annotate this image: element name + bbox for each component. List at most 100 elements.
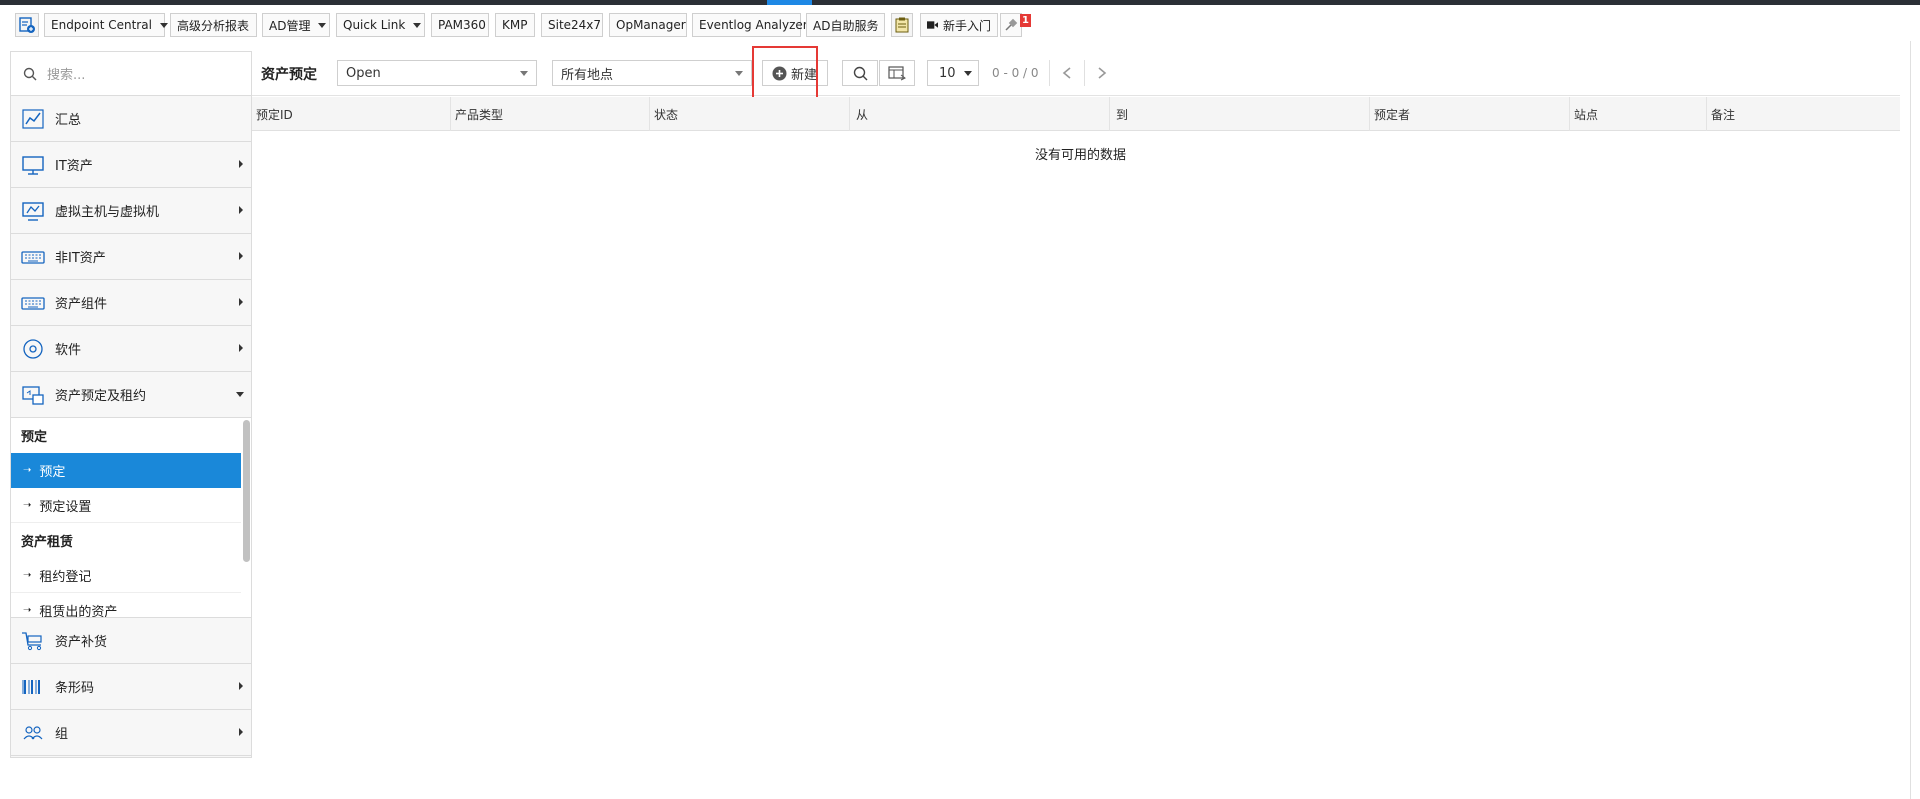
column-chooser-icon (888, 65, 906, 80)
add-device-icon[interactable] (15, 13, 39, 37)
clipboard-icon[interactable] (891, 13, 913, 37)
chevron-right-icon (239, 252, 243, 260)
disc-icon (23, 338, 43, 359)
ad-selfservice-button[interactable]: AD自助服务 (806, 13, 885, 37)
sidebar-item-asset-components[interactable]: 资产组件 (11, 280, 251, 326)
column-header[interactable]: 预定ID (252, 97, 451, 131)
chevron-right-icon (239, 206, 243, 214)
component-icon (21, 296, 45, 310)
empty-table-message: 没有可用的数据 (1035, 148, 1127, 163)
kmp-button[interactable]: KMP (495, 13, 535, 37)
submenu-item-reservation-settings[interactable]: ➝ 预定设置 (11, 488, 241, 523)
chevron-down-icon (413, 22, 422, 28)
sidebar-item-reservation-lease[interactable]: 资产预定及租约 (11, 372, 251, 418)
column-header[interactable]: 预定者 (1370, 97, 1570, 131)
video-camera-icon (927, 21, 938, 29)
ad-selfservice-label: AD自助服务 (813, 18, 879, 33)
page-title: 资产预定 (261, 67, 317, 83)
sidebar-item-non-it-assets[interactable]: 非IT资产 (11, 234, 251, 280)
status-select-value: Open (346, 65, 381, 81)
column-header[interactable]: 备注 (1707, 97, 1900, 131)
quick-link-dropdown[interactable]: Quick Link (336, 13, 425, 37)
table-header: 预定ID 产品类型 状态 从 到 预定者 站点 备注 (252, 97, 1900, 131)
submenu-item-label: 预定设置 (39, 499, 92, 515)
cart-icon (22, 631, 42, 650)
submenu-scrollbar[interactable] (243, 420, 250, 562)
page-size-select[interactable]: 10 (927, 60, 979, 86)
arrow-right-icon: ➝ (23, 605, 32, 616)
endpoint-central-dropdown[interactable]: Endpoint Central (44, 13, 168, 37)
submenu-item-lease-register[interactable]: ➝ 租约登记 (11, 558, 241, 593)
chevron-down-icon (159, 22, 168, 28)
sidebar-item-label: 资产补货 (55, 635, 108, 650)
column-header[interactable]: 状态 (650, 97, 850, 131)
site24x7-button[interactable]: Site24x7 (541, 13, 603, 37)
column-header[interactable]: 从 (850, 97, 1110, 131)
opmanager-button[interactable]: OpManager (609, 13, 687, 37)
sidebar-item-label: 条形码 (55, 681, 95, 696)
chevron-left-icon (1062, 67, 1071, 79)
search-icon (853, 66, 867, 80)
kmp-label: KMP (502, 18, 528, 32)
eventlog-analyzer-label: Eventlog Analyzer (699, 18, 808, 32)
sidebar-item-label: IT资产 (55, 159, 93, 174)
column-header[interactable]: 到 (1110, 97, 1370, 131)
virtual-machine-icon (22, 201, 44, 221)
getting-started-button[interactable]: 新手入门 (920, 13, 998, 37)
chart-line-icon (22, 108, 44, 129)
chevron-right-icon (239, 298, 243, 306)
sidebar-item-it-assets[interactable]: IT资产 (11, 142, 251, 188)
eventlog-analyzer-button[interactable]: Eventlog Analyzer (692, 13, 808, 37)
page-size-value: 10 (939, 65, 956, 81)
column-header[interactable]: 产品类型 (451, 97, 650, 131)
sidebar-item-virtual-hosts[interactable]: 虚拟主机与虚拟机 (11, 188, 251, 234)
advanced-reports-label: 高级分析报表 (177, 18, 250, 33)
search-icon (23, 67, 37, 80)
submenu-header-lease: 资产租赁 (21, 535, 74, 550)
sidebar-item-groups[interactable]: 组 (11, 710, 251, 756)
sidebar-item-label: 汇总 (55, 113, 82, 128)
sidebar-search[interactable]: 搜索... (11, 52, 251, 96)
endpoint-central-label: Endpoint Central (51, 18, 152, 32)
search-button[interactable] (842, 60, 878, 86)
site-select[interactable]: 所有地点 (552, 60, 752, 86)
next-page-button[interactable] (1084, 60, 1118, 86)
chevron-right-icon (239, 160, 243, 168)
ad-manage-label: AD管理 (269, 18, 311, 33)
barcode-icon (22, 679, 40, 694)
group-icon (23, 725, 43, 739)
sidebar-item-software[interactable]: 软件 (11, 326, 251, 372)
chevron-right-icon (239, 682, 243, 690)
sidebar-item-barcode[interactable]: 条形码 (11, 664, 251, 710)
sidebar-item-label: 非IT资产 (55, 251, 106, 266)
notification-badge[interactable]: 1 (1020, 14, 1031, 27)
chevron-right-icon (239, 728, 243, 736)
submenu-item-label: 租赁出的资产 (39, 605, 118, 618)
sidebar-item-summary[interactable]: 汇总 (11, 96, 251, 142)
pin-icon[interactable] (1000, 13, 1022, 37)
page-scrollbar-track[interactable] (1910, 41, 1911, 799)
prev-page-button[interactable] (1049, 60, 1083, 86)
submenu-item-label: 租约登记 (39, 569, 92, 585)
ad-manage-dropdown[interactable]: AD管理 (262, 13, 330, 37)
chevron-down-icon (520, 71, 528, 76)
arrow-right-icon: ➝ (23, 464, 32, 476)
pam360-button[interactable]: PAM360 (431, 13, 489, 37)
sidebar-item-asset-replenish[interactable]: 资产补货 (11, 618, 251, 664)
sidebar-item-label: 资产组件 (55, 297, 108, 312)
sidebar-item-label: 组 (55, 727, 69, 742)
chevron-down-icon (963, 70, 972, 76)
content-header: 资产预定 Open 所有地点 新建 10 0 - 0 / 0 (252, 51, 1900, 96)
submenu-item-reservation[interactable]: ➝ 预定 (11, 453, 241, 488)
advanced-reports-button[interactable]: 高级分析报表 (170, 13, 257, 37)
top-toolbar: Endpoint Central 高级分析报表 AD管理 Quick Link … (0, 5, 1920, 41)
chevron-down-icon (236, 392, 244, 397)
sidebar-item-label: 虚拟主机与虚拟机 (55, 205, 160, 220)
column-chooser-button[interactable] (879, 60, 915, 86)
column-header[interactable]: 站点 (1570, 97, 1707, 131)
submenu-item-leased-out[interactable]: ➝ 租赁出的资产 (11, 593, 241, 618)
opmanager-label: OpManager (616, 18, 686, 32)
status-select[interactable]: Open (337, 60, 537, 86)
pam360-label: PAM360 (438, 18, 486, 32)
sidebar-item-label: 资产预定及租约 (55, 389, 147, 404)
